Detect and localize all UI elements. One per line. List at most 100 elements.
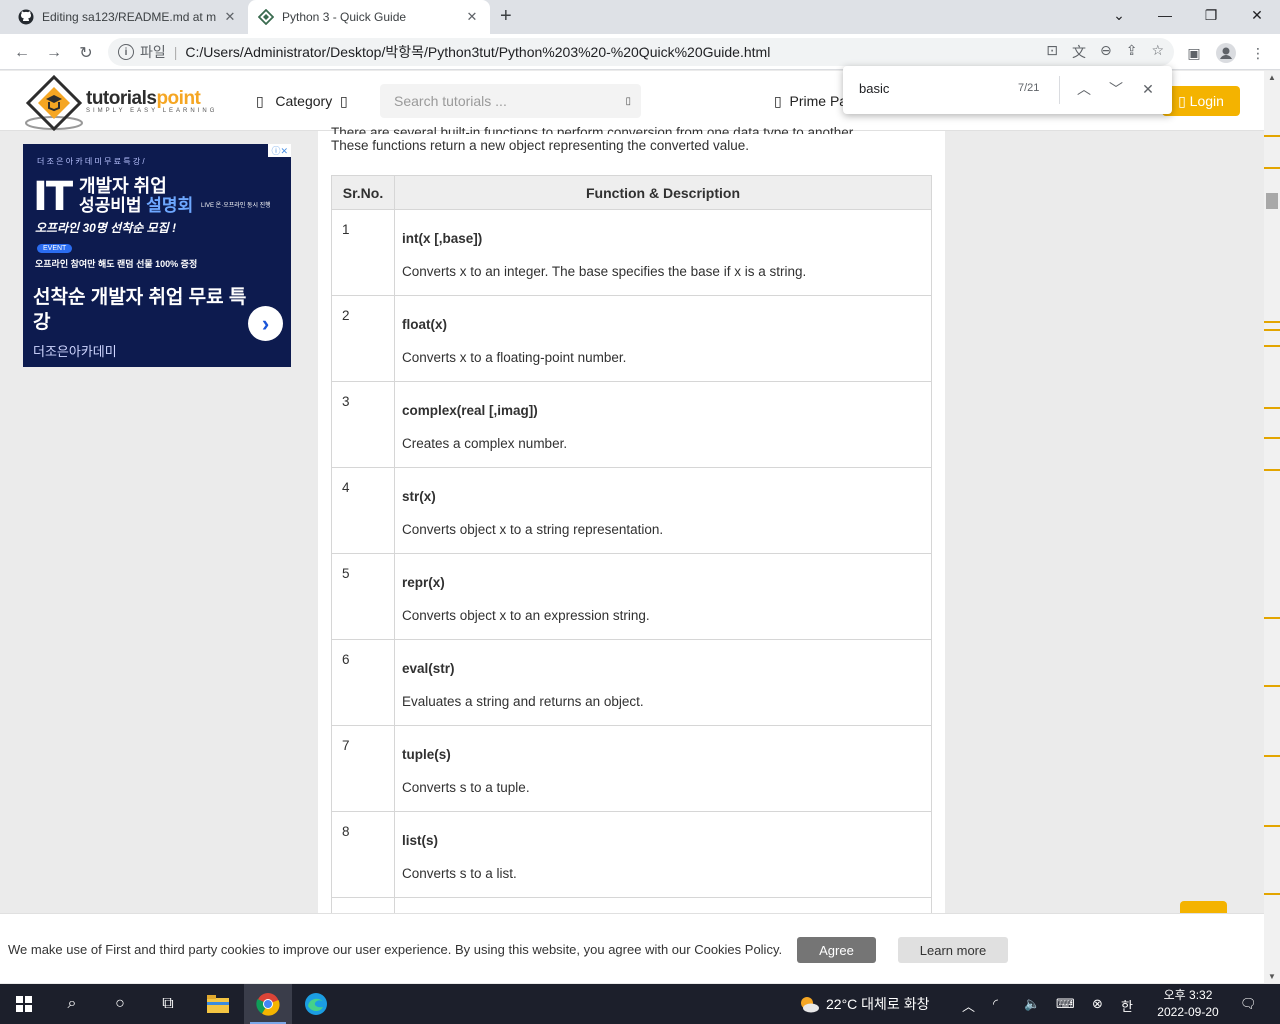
windows-start-icon[interactable] — [0, 984, 48, 1024]
column-header-srno: Sr.No. — [331, 175, 395, 210]
function-name: repr(x) — [402, 575, 445, 590]
site-info-icon[interactable]: i — [118, 44, 134, 60]
row-description — [394, 897, 932, 913]
intro-cut-line: There are several built-in functions to … — [331, 125, 857, 134]
prime-icon: ▯ — [774, 93, 782, 109]
prime-pack-link[interactable]: ▯ Prime Pa — [774, 93, 847, 110]
find-close-icon[interactable]: ✕ — [1137, 78, 1159, 100]
close-tab-icon[interactable]: ✕ — [222, 9, 238, 25]
new-tab-button[interactable]: + — [500, 5, 512, 28]
table-row: 7 tuple(s) Converts s to a tuple. — [331, 725, 932, 812]
chrome-taskbar-icon[interactable] — [244, 984, 292, 1024]
weather-text: 22°C 대체로 화창 — [826, 996, 930, 1012]
row-number: 8 — [331, 811, 395, 898]
cookie-learn-more-button[interactable]: Learn more — [898, 937, 1008, 963]
find-previous-icon[interactable]: ︿ — [1073, 78, 1095, 100]
tab-strip: Editing sa123/README.md at m ✕ Python 3 … — [0, 0, 1280, 34]
zoom-icon[interactable]: ⊖ — [1100, 42, 1112, 62]
side-panel-icon[interactable]: ▣ — [1182, 41, 1206, 65]
share-icon[interactable]: ⇪ — [1126, 42, 1138, 62]
close-window-icon[interactable]: ✕ — [1234, 0, 1280, 30]
tab-python-quick-guide[interactable]: Python 3 - Quick Guide ✕ — [248, 0, 490, 34]
adchoices-icon[interactable]: ⓘ✕ — [268, 144, 291, 157]
site-logo[interactable]: tutorialspoint SIMPLY EASY LEARNING — [24, 74, 217, 132]
category-menu[interactable]: ▯ Category ▯ — [256, 93, 348, 110]
table-row — [331, 897, 932, 913]
search-icon[interactable]: ▯ — [625, 96, 631, 107]
row-number: 2 — [331, 295, 395, 382]
restore-icon[interactable]: ❐ — [1188, 0, 1234, 30]
back-icon[interactable]: ← — [10, 41, 34, 65]
table-header-row: Sr.No. Function & Description — [331, 175, 932, 210]
find-match-marker — [1264, 825, 1280, 827]
cortana-icon[interactable]: ○ — [96, 984, 144, 1024]
bookmark-star-icon[interactable]: ☆ — [1151, 42, 1164, 62]
tab-search-icon[interactable]: ⌄ — [1096, 0, 1142, 30]
scroll-up-icon[interactable]: ▲ — [1268, 73, 1276, 82]
volume-muted-icon[interactable]: 🔈 — [1024, 996, 1040, 1012]
keyboard-icon[interactable]: ⌨ — [1056, 996, 1075, 1012]
row-description: eval(str) Evaluates a string and returns … — [394, 639, 932, 726]
row-number: 1 — [331, 209, 395, 296]
address-bar[interactable]: i 파일 | C:/Users/Administrator/Desktop/박항… — [108, 38, 1174, 66]
wifi-icon[interactable]: ◜ — [993, 996, 998, 1012]
prime-label: Prime Pa — [789, 93, 848, 109]
function-name: float(x) — [402, 317, 447, 332]
close-tab-icon[interactable]: ✕ — [464, 9, 480, 25]
tab-title: Editing sa123/README.md at m — [42, 10, 217, 24]
profile-avatar-icon[interactable] — [1214, 41, 1238, 65]
translate-icon[interactable]: 文 — [1072, 42, 1086, 62]
menu-kebab-icon[interactable]: ⋮ — [1246, 41, 1270, 65]
find-input[interactable]: basic — [859, 81, 889, 96]
scroll-to-top-button[interactable] — [1180, 901, 1227, 913]
tab-github-readme[interactable]: Editing sa123/README.md at m ✕ — [8, 0, 248, 34]
row-number — [331, 897, 395, 913]
scroll-down-icon[interactable]: ▼ — [1268, 972, 1276, 981]
cookie-agree-button[interactable]: Agree — [797, 937, 876, 963]
weather-widget[interactable]: 22°C 대체로 화창 — [798, 994, 929, 1014]
function-desc: Evaluates a string and returns an object… — [402, 694, 644, 709]
find-match-marker — [1264, 345, 1280, 347]
function-desc: Converts object x to an expression strin… — [402, 608, 650, 623]
category-icon: ▯ — [256, 93, 264, 109]
function-desc: Converts x to a floating-point number. — [402, 350, 627, 365]
row-description: tuple(s) Converts s to a tuple. — [394, 725, 932, 812]
find-icon[interactable]: ⊡ — [1046, 42, 1058, 62]
find-divider — [1059, 76, 1060, 104]
find-count: 7/21 — [1018, 82, 1040, 94]
tutorialspoint-logo-icon — [24, 74, 84, 132]
cookie-message: We make use of First and third party coo… — [8, 942, 783, 957]
notification-center-icon[interactable]: 🗨 — [1240, 996, 1257, 1012]
taskbar-search-icon[interactable]: ⌕ — [48, 984, 96, 1024]
system-clock[interactable]: 오후 3:32 2022-09-20 — [1148, 987, 1228, 1021]
function-desc: Creates a complex number. — [402, 436, 568, 451]
file-explorer-icon[interactable] — [194, 984, 242, 1024]
login-button[interactable]: ▯ Login — [1162, 86, 1240, 116]
find-match-marker — [1264, 755, 1280, 757]
find-match-marker — [1264, 167, 1280, 169]
ad-top-text: 더 조 은 아 카 데 미 무 료 특 강 / — [37, 157, 145, 166]
minimize-icon[interactable]: — — [1142, 0, 1188, 30]
page-scrollbar[interactable]: ▲ ▼ — [1264, 71, 1280, 983]
address-url[interactable]: C:/Users/Administrator/Desktop/박항목/Pytho… — [185, 42, 770, 62]
row-description: str(x) Converts object x to a string repr… — [394, 467, 932, 554]
table-row: 3 complex(real [,imag]) Creates a complex… — [331, 381, 932, 468]
column-header-function: Function & Description — [394, 175, 932, 210]
ad-arrow-icon[interactable]: › — [248, 306, 283, 341]
site-search-input[interactable]: Search tutorials ... ▯ — [380, 84, 641, 118]
scrollbar-thumb[interactable] — [1266, 193, 1278, 209]
reload-icon[interactable]: ↻ — [74, 41, 98, 65]
show-hidden-icons-icon[interactable]: ︿ — [962, 996, 975, 1015]
row-number: 7 — [331, 725, 395, 812]
find-next-icon[interactable]: ﹀ — [1105, 78, 1127, 100]
advertisement[interactable]: ⓘ✕ 더 조 은 아 카 데 미 무 료 특 강 / IT 개발자 취업 성공비… — [23, 144, 291, 367]
forward-icon[interactable]: → — [42, 41, 66, 65]
ime-indicator[interactable]: 한 — [1121, 996, 1133, 1015]
ad-line3: 오프라인 30명 선착순 모집 ! — [35, 221, 177, 235]
find-match-marker — [1264, 893, 1280, 895]
task-view-icon[interactable]: ⧉ — [144, 984, 192, 1024]
network-error-icon[interactable]: ⊗ — [1092, 996, 1103, 1012]
edge-taskbar-icon[interactable] — [292, 984, 340, 1024]
logo-text: tutorialspoint SIMPLY EASY LEARNING — [86, 88, 217, 114]
table-row: 4 str(x) Converts object x to a string re… — [331, 467, 932, 554]
